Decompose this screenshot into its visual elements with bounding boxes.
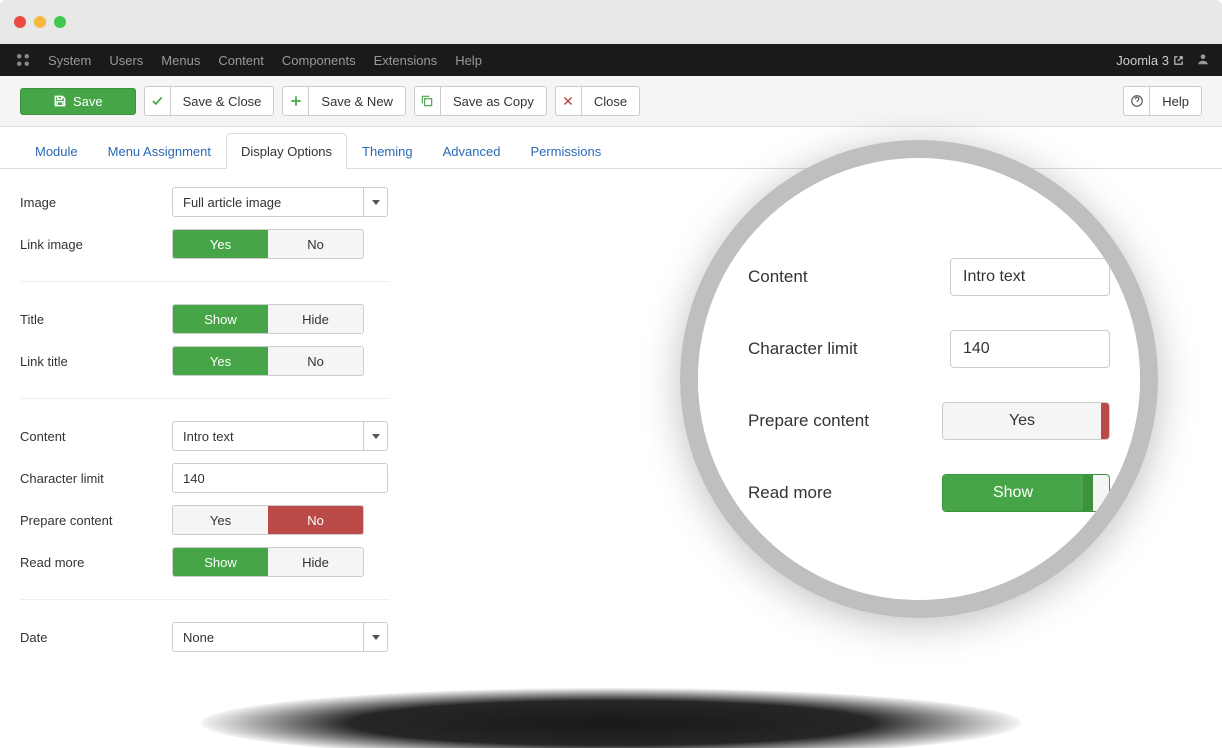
close-button[interactable]: Close <box>555 86 640 116</box>
link-title-no[interactable]: No <box>268 347 363 375</box>
save-close-button[interactable]: Save & Close <box>144 86 275 116</box>
save-close-label: Save & Close <box>171 87 274 115</box>
save-label: Save <box>73 94 103 109</box>
menu-menus[interactable]: Menus <box>161 53 200 68</box>
help-icon <box>1124 87 1150 115</box>
tab-advanced[interactable]: Advanced <box>428 133 516 169</box>
close-window-icon[interactable] <box>14 16 26 28</box>
plus-icon <box>283 87 309 115</box>
site-link[interactable]: Joomla 3 <box>1116 53 1184 68</box>
link-image-no[interactable]: No <box>268 230 363 258</box>
mag-prepare-no[interactable] <box>1101 403 1110 439</box>
save-icon <box>53 94 67 108</box>
prepare-yes[interactable]: Yes <box>173 506 268 534</box>
copy-icon <box>415 87 441 115</box>
char-limit-label: Character limit <box>20 471 172 486</box>
divider <box>20 599 390 600</box>
content-label: Content <box>20 429 172 444</box>
prepare-no[interactable]: No <box>268 506 363 534</box>
menu-content[interactable]: Content <box>218 53 264 68</box>
date-select[interactable]: None <box>172 622 388 652</box>
date-select-value: None <box>173 623 363 651</box>
maximize-window-icon[interactable] <box>54 16 66 28</box>
mag-readmore-show[interactable]: Show <box>943 475 1083 511</box>
tab-menu-assignment[interactable]: Menu Assignment <box>93 133 226 169</box>
image-select[interactable]: Full article image <box>172 187 388 217</box>
link-image-yes[interactable]: Yes <box>173 230 268 258</box>
tab-display-options[interactable]: Display Options <box>226 133 347 169</box>
mag-content-label: Content <box>748 267 950 287</box>
content-select-value: Intro text <box>173 422 363 450</box>
read-more-toggle[interactable]: Show Hide <box>172 547 364 577</box>
app-window: System Users Menus Content Components Ex… <box>0 0 1222 748</box>
joomla-logo-icon <box>12 49 34 71</box>
help-label: Help <box>1150 87 1201 115</box>
macos-titlebar <box>0 0 1222 44</box>
menu-users[interactable]: Users <box>109 53 143 68</box>
mag-readmore-toggle[interactable]: Show <box>942 474 1110 512</box>
title-label: Title <box>20 312 172 327</box>
divider <box>20 398 390 399</box>
link-image-toggle[interactable]: Yes No <box>172 229 364 259</box>
link-title-yes[interactable]: Yes <box>173 347 268 375</box>
menu-extensions[interactable]: Extensions <box>374 53 438 68</box>
title-hide[interactable]: Hide <box>268 305 363 333</box>
help-button[interactable]: Help <box>1123 86 1202 116</box>
read-more-show[interactable]: Show <box>173 548 268 576</box>
chevron-down-icon <box>363 623 387 651</box>
link-title-toggle[interactable]: Yes No <box>172 346 364 376</box>
minimize-window-icon[interactable] <box>34 16 46 28</box>
mag-prepare-yes[interactable]: Yes <box>943 403 1101 439</box>
check-icon <box>145 87 171 115</box>
image-label: Image <box>20 195 172 210</box>
mag-prepare-label: Prepare content <box>748 411 942 431</box>
mag-charlimit-input[interactable]: 140 <box>950 330 1110 368</box>
user-icon[interactable] <box>1196 52 1210 69</box>
char-limit-input[interactable]: 140 <box>172 463 388 493</box>
mag-content-select[interactable]: Intro text <box>950 258 1110 296</box>
close-label: Close <box>582 87 639 115</box>
image-select-value: Full article image <box>173 188 363 216</box>
save-new-label: Save & New <box>309 87 405 115</box>
divider <box>20 281 390 282</box>
tab-theming[interactable]: Theming <box>347 133 428 169</box>
save-button[interactable]: Save <box>20 88 136 115</box>
tab-module[interactable]: Module <box>20 133 93 169</box>
menu-help[interactable]: Help <box>455 53 482 68</box>
mag-readmore-label: Read more <box>748 483 942 503</box>
save-copy-label: Save as Copy <box>441 87 546 115</box>
link-image-label: Link image <box>20 237 172 252</box>
link-title-label: Link title <box>20 354 172 369</box>
menu-system[interactable]: System <box>48 53 91 68</box>
save-new-button[interactable]: Save & New <box>282 86 406 116</box>
menu-components[interactable]: Components <box>282 53 356 68</box>
close-icon <box>556 87 582 115</box>
chevron-down-icon <box>363 188 387 216</box>
title-show[interactable]: Show <box>173 305 268 333</box>
title-toggle[interactable]: Show Hide <box>172 304 364 334</box>
read-more-label: Read more <box>20 555 172 570</box>
admin-menubar: System Users Menus Content Components Ex… <box>0 44 1222 76</box>
mag-readmore-edge <box>1083 475 1093 511</box>
zoom-highlight: Content Intro text Character limit 140 P… <box>680 140 1158 618</box>
prepare-content-label: Prepare content <box>20 513 172 528</box>
tab-permissions[interactable]: Permissions <box>515 133 616 169</box>
date-label: Date <box>20 630 172 645</box>
mag-charlimit-label: Character limit <box>748 339 950 359</box>
chevron-down-icon <box>363 422 387 450</box>
read-more-hide[interactable]: Hide <box>268 548 363 576</box>
prepare-content-toggle[interactable]: Yes No <box>172 505 364 535</box>
mag-prepare-toggle[interactable]: Yes <box>942 402 1110 440</box>
config-tabs: Module Menu Assignment Display Options T… <box>0 133 1222 169</box>
action-toolbar: Save Save & Close Save & New Save as Cop… <box>0 76 1222 127</box>
save-copy-button[interactable]: Save as Copy <box>414 86 547 116</box>
content-select[interactable]: Intro text <box>172 421 388 451</box>
